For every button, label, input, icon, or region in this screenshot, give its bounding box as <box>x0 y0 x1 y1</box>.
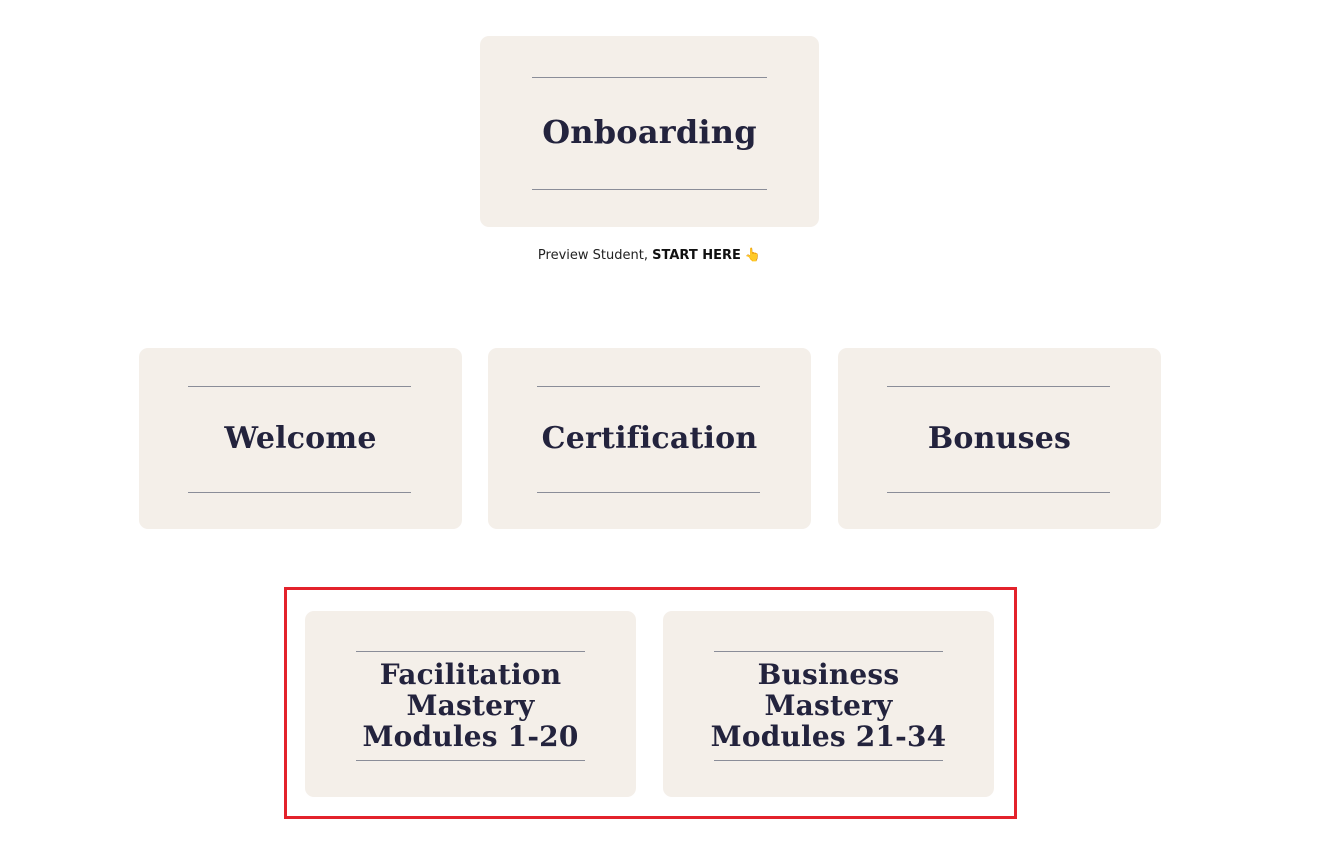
pointing-hand-icon: 👆 <box>744 248 762 263</box>
facilitation-mastery-title: Facilitation Mastery Modules 1-20 <box>305 659 636 752</box>
certification-card[interactable]: Certification <box>488 348 811 529</box>
divider-bottom <box>537 492 760 493</box>
welcome-title: Welcome <box>224 421 377 456</box>
onboarding-caption: Preview Student, START HERE 👆 <box>480 247 819 265</box>
divider-top <box>537 386 760 387</box>
title-line: Mastery <box>764 689 893 722</box>
title-line: Mastery <box>406 689 535 722</box>
divider-top <box>356 651 585 652</box>
onboarding-card[interactable]: Onboarding <box>480 36 819 227</box>
title-line: Business <box>757 658 900 691</box>
bonuses-card[interactable]: Bonuses <box>838 348 1161 529</box>
divider-top <box>532 77 767 78</box>
certification-title: Certification <box>541 421 758 456</box>
divider-top <box>887 386 1110 387</box>
caption-start-here: START HERE <box>652 248 741 263</box>
divider-bottom <box>714 760 943 761</box>
business-mastery-card[interactable]: Business Mastery Modules 21-34 <box>663 611 994 797</box>
title-line: Modules 1-20 <box>362 720 579 753</box>
caption-prefix: Preview Student, <box>537 248 653 263</box>
divider-top <box>188 386 411 387</box>
welcome-card[interactable]: Welcome <box>139 348 462 529</box>
divider-bottom <box>532 189 767 190</box>
divider-top <box>714 651 943 652</box>
title-line: Modules 21-34 <box>710 720 947 753</box>
facilitation-mastery-card[interactable]: Facilitation Mastery Modules 1-20 <box>305 611 636 797</box>
bonuses-title: Bonuses <box>927 421 1072 456</box>
onboarding-title: Onboarding <box>542 113 757 151</box>
business-mastery-title: Business Mastery Modules 21-34 <box>663 659 994 752</box>
divider-bottom <box>356 760 585 761</box>
divider-bottom <box>887 492 1110 493</box>
title-line: Facilitation <box>379 658 562 691</box>
divider-bottom <box>188 492 411 493</box>
